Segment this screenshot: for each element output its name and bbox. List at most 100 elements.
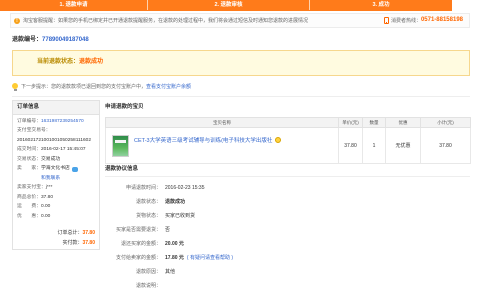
refund-reason-row: 退款原因： 其他 (105, 265, 470, 279)
seller-name-link[interactable]: 学海文化书店 (41, 166, 70, 172)
order-totals: 订单总计： 37.80 实付款： 37.80 (57, 228, 95, 248)
column-header-subtotal: 小计(元) (420, 117, 471, 128)
return-needed-label: 买家是否需要退货： (115, 227, 161, 233)
refund-state-label: 退款状态： (135, 199, 161, 205)
goods-total-row: 商品总价： 37.80 (17, 193, 96, 203)
refund-reason-value: 其他 (165, 269, 176, 275)
next-step-hint: 下一步提示： 您的退款款项已退回到您的支付宝账户中， 查看支付宝账户余额 (12, 83, 191, 91)
order-total-label: 订单总计： (57, 230, 83, 236)
goods-state-value: 买家已收到货 (165, 213, 196, 219)
refund-status-label: 当前退款状态： (37, 59, 80, 66)
progress-step-label: 2. 退款审核 (214, 1, 243, 8)
seller-label: 卖 家： (17, 166, 41, 172)
alipay-trade-label: 支付宝交易号： (17, 128, 51, 134)
refund-state-value: 退款成功 (165, 199, 186, 205)
refund-description-row: 退款说明： (105, 279, 470, 293)
progress-step-success: 3. 成功 (310, 0, 452, 10)
goods-state-label: 货物状态： (135, 213, 161, 219)
refund-agreement-rows: 申请退款时间： 2016-02-23 15:35 退款状态： 退款成功 货物状态… (105, 181, 470, 293)
product-info: CET-3大学英语三级考试辅导与训练(电子科技大学出版社 (106, 134, 338, 157)
trade-status-label: 交易状态： (17, 156, 41, 162)
hotline-number: 0571-88158198 (420, 16, 463, 23)
seller-payment-amount-label: 支付给卖家的金额： (115, 255, 161, 261)
discount-row: 优 惠： 0.00 (17, 212, 96, 222)
order-info-panel: 订单信息 订单编号： 1631987239254570 支付宝交易号： 2016… (12, 100, 100, 250)
column-header-name: 宝贝名称 (105, 117, 339, 128)
alipay-trade-value: 2016021721001001050258111602 (17, 137, 91, 143)
progress-step-label: 3. 成功 (372, 1, 390, 8)
order-total-row: 订单总计： 37.80 (57, 228, 95, 238)
section-divider (12, 96, 470, 97)
return-needed-value: 否 (165, 227, 171, 233)
discount-value: 0.00 (41, 213, 51, 219)
bulb-icon (12, 83, 18, 91)
apply-time-row: 申请退款时间： 2016-02-23 15:35 (105, 181, 470, 195)
goods-total-label: 商品总价： (17, 194, 41, 200)
refund-items-title: 申请退款的宝贝 (105, 104, 144, 110)
notice-text: 淘宝客服提醒：如果您的手机已绑定并已开通退款提醒服务，在退款的处理过程中，我们将… (23, 17, 309, 24)
notice-bar: 淘宝客服提醒：如果您的手机已绑定并已开通退款提醒服务，在退款的处理过程中，我们将… (10, 13, 470, 28)
phone-icon (383, 17, 389, 24)
table-row: CET-3大学英语三级考试辅导与训练(电子科技大学出版社 37.80 1 无优惠… (105, 127, 471, 164)
deal-time-value: 2016-02-17 15:45:07 (41, 147, 86, 153)
seller-contact-row: 和我联系 (17, 174, 96, 184)
refund-reason-label: 退款原因： (135, 269, 161, 275)
product-image[interactable] (112, 134, 129, 157)
hotline: 消费者热线： 0571-88158198 (383, 16, 463, 24)
apply-time-value: 2016-02-23 15:35 (165, 185, 205, 191)
refund-status-value: 退款成功 (79, 59, 104, 66)
order-number-row: 订单编号： 1631987239254570 (17, 117, 96, 127)
refund-description-label: 退款说明： (135, 283, 161, 289)
refund-items-table: 宝贝名称 单价(元) 数量 优惠 小计(元) CET-3大学英语三级考试辅导与训… (105, 117, 471, 164)
shipping-label: 运 费： (17, 204, 41, 210)
hotline-label: 消费者热线： (390, 17, 421, 24)
deal-time-row: 成交时间： 2016-02-17 15:45:07 (17, 146, 96, 156)
next-step-text: 您的退款款项已退回到您的支付宝账户中， (51, 84, 147, 90)
table-header-row: 宝贝名称 单价(元) 数量 优惠 小计(元) (105, 117, 471, 128)
progress-step-review: 2. 退款审核 (148, 0, 310, 10)
seller-alipay-value: j*** (45, 185, 53, 191)
seller-payment-amount-row: 支付给卖家的金额： 17.80 元 ( 有疑问请查看帮助 ) (105, 251, 470, 265)
goods-state-row: 货物状态： 买家已收到货 (105, 209, 470, 223)
progress-bar: 1. 退款申请 2. 退款审核 3. 成功 (0, 0, 452, 11)
progress-step-apply: 1. 退款申请 (0, 0, 148, 10)
seller-row: 卖 家： 学海文化书店 (17, 165, 96, 175)
shipping-value: 0.00 (41, 204, 51, 210)
column-header-price: 单价(元) (338, 117, 363, 128)
buyer-refund-amount-value: 20.00 元 (165, 241, 184, 247)
paid-row: 实付款： 37.80 (57, 238, 95, 248)
seller-alipay-label: 卖家支付宝： (17, 185, 46, 191)
column-header-qty: 数量 (362, 117, 386, 128)
refund-id-value: 77890049187048 (42, 37, 89, 43)
buyer-refund-amount-row: 退还买家的金额： 20.00 元 (105, 237, 470, 251)
alipay-trade-row: 支付宝交易号： (17, 127, 96, 137)
paid-value: 37.80 (82, 240, 95, 246)
progress-step-label: 1. 退款申请 (59, 1, 88, 8)
goods-total-value: 37.80 (41, 194, 54, 200)
product-cell: CET-3大学英语三级考试辅导与训练(电子科技大学出版社 (105, 127, 339, 164)
return-needed-row: 买家是否需要退货： 否 (105, 223, 470, 237)
order-info-rows: 订单编号： 1631987239254570 支付宝交易号： 201602172… (13, 115, 99, 222)
product-discount: 无优惠 (385, 127, 421, 164)
discount-label: 优 惠： (17, 213, 41, 219)
alipay-balance-link[interactable]: 查看支付宝账户余额 (146, 84, 191, 90)
refund-status-box: 当前退款状态： 退款成功 (12, 50, 470, 76)
apply-time-label: 申请退款时间： (125, 185, 161, 191)
seller-contact-link[interactable]: 和我联系 (41, 176, 60, 182)
product-title-link[interactable]: CET-3大学英语三级考试辅导与训练(电子科技大学出版社 (134, 138, 272, 145)
seller-alipay-row: 卖家支付宝： j*** (17, 184, 96, 194)
help-link[interactable]: ( 有疑问请查看帮助 ) (187, 255, 233, 261)
deal-time-label: 成交时间： (17, 147, 41, 153)
alipay-trade-value-row: 2016021721001001050258111602 (17, 136, 96, 146)
smiley-icon (275, 136, 282, 143)
order-total-value: 37.80 (82, 230, 95, 236)
column-header-discount: 优惠 (385, 117, 421, 128)
order-number-link[interactable]: 1631987239254570 (41, 119, 84, 125)
info-icon (14, 17, 20, 24)
wangwang-icon[interactable] (71, 166, 78, 172)
paid-label: 实付款： (62, 240, 83, 246)
trade-status-row: 交易状态： 交易成功 (17, 155, 96, 165)
product-qty: 1 (362, 127, 386, 164)
refund-id: 退款编号： 77890049187048 (12, 37, 89, 44)
seller-payment-amount-value: 17.80 元 (165, 255, 184, 261)
